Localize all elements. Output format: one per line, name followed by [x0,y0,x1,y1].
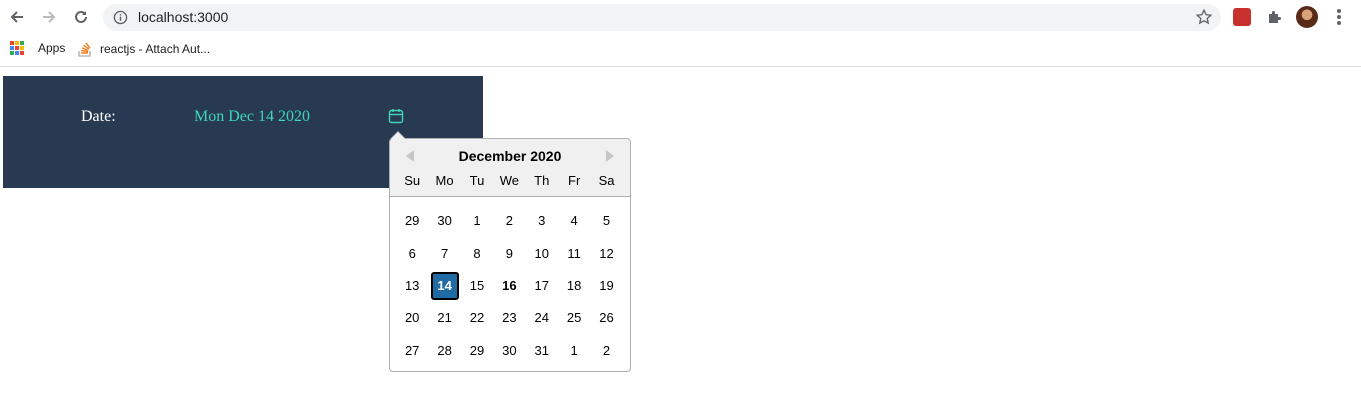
day-cell[interactable]: 2 [493,207,525,235]
arrow-left-icon [10,11,23,23]
day-cell[interactable]: 25 [558,304,590,332]
day-cell[interactable]: 4 [558,207,590,235]
weekday-header: Su Mo Tu We Th Fr Sa [396,173,623,188]
day-cell[interactable]: 20 [396,304,428,332]
reload-button[interactable] [70,6,92,28]
extension-icon[interactable] [1233,8,1251,26]
popup-arrow-inner [391,132,405,139]
day-cell[interactable]: 22 [461,304,493,332]
today-day-cell[interactable]: 16 [493,272,525,300]
date-value[interactable]: Mon Dec 14 2020 [194,108,310,126]
day-cell[interactable]: 7 [428,240,460,268]
day-cell[interactable]: 30 [428,207,460,235]
day-cell[interactable]: 1 [461,207,493,235]
weekday-label: Sa [598,173,615,188]
weekday-label: Mo [435,173,454,188]
browser-menu-icon[interactable] [1332,8,1346,26]
stackoverflow-icon [78,42,91,57]
reload-icon [75,10,87,23]
month-title: December 2020 [458,148,562,164]
day-cell[interactable]: 19 [590,272,622,300]
bookmark-apps-label: Apps [38,41,66,55]
week-row: 13 14 15 16 17 18 19 [396,270,623,302]
extensions-puzzle-icon[interactable] [1264,7,1284,27]
day-cell[interactable]: 12 [590,240,622,268]
bookmark-reactjs-label: reactjs - Attach Aut... [100,42,211,56]
bookmark-reactjs[interactable]: reactjs - Attach Aut... [78,41,210,57]
datepicker-popup: December 2020 Su Mo Tu We Th Fr Sa 29 30… [389,131,631,372]
datepicker-header: December 2020 Su Mo Tu We Th Fr Sa [390,139,630,197]
arrow-right-icon [43,11,56,23]
day-cell[interactable]: 29 [461,337,493,365]
day-cell[interactable]: 1 [558,337,590,365]
url-text[interactable]: localhost:3000 [138,9,228,25]
date-label: Date: [81,108,116,125]
info-icon[interactable] [113,10,128,25]
week-row: 29 30 1 2 3 4 5 [396,205,623,237]
bookmarks-bar: Apps reactjs - Attach Aut... [0,34,1361,67]
apps-grid-icon [10,41,24,55]
day-cell[interactable]: 31 [526,337,558,365]
profile-avatar[interactable] [1296,6,1318,28]
forward-button[interactable] [38,6,60,28]
day-cell[interactable]: 30 [493,337,525,365]
weekday-label: Su [404,173,421,188]
day-cell[interactable]: 21 [428,304,460,332]
week-row: 20 21 22 23 24 25 26 [396,302,623,334]
weekday-label: Th [534,173,550,188]
bookmark-star-icon[interactable] [1195,8,1213,26]
browser-toolbar: localhost:3000 [0,0,1361,34]
day-cell[interactable]: 10 [526,240,558,268]
day-cell[interactable]: 5 [590,207,622,235]
day-cell[interactable]: 8 [461,240,493,268]
back-button[interactable] [6,6,28,28]
bookmark-apps[interactable]: Apps [10,41,65,55]
day-cell[interactable]: 18 [558,272,590,300]
weekday-label: We [499,173,519,188]
day-cell[interactable]: 9 [493,240,525,268]
day-cell[interactable]: 15 [461,272,493,300]
day-cell[interactable]: 13 [396,272,428,300]
weekday-label: Tu [469,173,485,188]
day-cell[interactable]: 24 [526,304,558,332]
month-grid: 29 30 1 2 3 4 5 6 7 8 9 10 11 12 13 14 1… [396,205,623,367]
calendar-icon[interactable] [388,108,404,124]
selected-day-cell[interactable]: 14 [428,271,460,300]
week-row: 27 28 29 30 31 1 2 [396,335,623,367]
day-cell[interactable]: 2 [590,337,622,365]
day-cell[interactable]: 17 [526,272,558,300]
weekday-label: Fr [568,173,581,188]
day-cell[interactable]: 26 [590,304,622,332]
day-cell[interactable]: 11 [558,240,590,268]
day-cell[interactable]: 29 [396,207,428,235]
day-cell[interactable]: 28 [428,337,460,365]
address-bar[interactable]: localhost:3000 [103,4,1221,31]
day-cell[interactable]: 23 [493,304,525,332]
day-cell[interactable]: 27 [396,337,428,365]
day-cell[interactable]: 6 [396,240,428,268]
week-row: 6 7 8 9 10 11 12 [396,237,623,269]
day-cell[interactable]: 3 [526,207,558,235]
next-month-button[interactable] [606,150,614,162]
